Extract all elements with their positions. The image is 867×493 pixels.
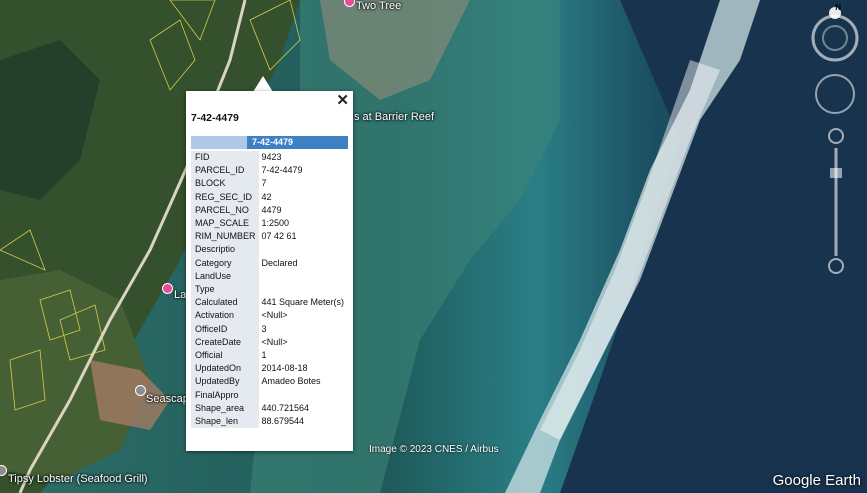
- attribute-value: [258, 388, 348, 402]
- attribute-row: BLOCK 7: [191, 177, 348, 191]
- place-label-tipsy-lobster[interactable]: Tipsy Lobster (Seafood Grill): [8, 473, 148, 485]
- attribute-row: MAP_SCALE 1:2500: [191, 217, 348, 231]
- attribute-key: PARCEL_ID: [191, 164, 259, 178]
- balloon-title: 7-42-4479: [191, 112, 239, 124]
- attribute-value: 88.679544: [258, 415, 348, 429]
- attribute-value: <Null>: [258, 335, 348, 350]
- satellite-map[interactable]: Two Tree s at Barrier Reef La Seascap Ti…: [0, 0, 867, 493]
- compass-icon[interactable]: [809, 4, 861, 64]
- attribute-row: Category Declared: [191, 256, 348, 270]
- attribute-key: RIM_NUMBER: [191, 230, 259, 244]
- attribute-value: [258, 243, 348, 257]
- attribute-key: Official: [191, 349, 259, 363]
- zoom-slider[interactable]: [827, 128, 845, 276]
- attribute-row: Type: [191, 283, 348, 297]
- attribute-row: RIM_NUMBER 07 42 61: [191, 230, 348, 244]
- satellite-imagery: [0, 0, 867, 493]
- attribute-value: 1: [258, 349, 348, 363]
- attribute-value: 9423: [258, 151, 348, 165]
- attribute-row: OfficeID 3: [191, 322, 348, 336]
- attribute-table-header: 7-42-4479: [191, 136, 348, 149]
- attribute-table-header-label: 7-42-4479: [252, 137, 294, 147]
- attribute-key: LandUse: [191, 269, 259, 284]
- attribute-value: 2014-08-18: [258, 362, 348, 376]
- attribute-key: UpdatedBy: [191, 375, 259, 389]
- attribute-value: 4479: [258, 203, 348, 218]
- imagery-credit: Image © 2023 CNES / Airbus: [369, 444, 499, 455]
- attribute-row: Shape_len 88.679544: [191, 415, 348, 429]
- attribute-value: 7-42-4479: [258, 164, 348, 178]
- place-label-barrier-reef[interactable]: s at Barrier Reef: [354, 111, 434, 123]
- attribute-key: REG_SEC_ID: [191, 190, 259, 204]
- attribute-value: Declared: [258, 256, 348, 270]
- google-earth-logo: Google Earth: [772, 472, 861, 489]
- attribute-value: 441 Square Meter(s): [258, 296, 348, 310]
- attribute-value: 3: [258, 322, 348, 336]
- attribute-row: Calculated 441 Square Meter(s): [191, 296, 348, 310]
- place-label-la[interactable]: La: [174, 289, 186, 301]
- attribute-row: FinalAppro: [191, 388, 348, 402]
- attribute-value: <Null>: [258, 309, 348, 323]
- place-pin-seascape[interactable]: [135, 385, 146, 396]
- header-highlight: [191, 136, 247, 149]
- attribute-value: 07 42 61: [258, 230, 348, 244]
- attribute-key: FinalAppro: [191, 388, 259, 402]
- place-label-seascape[interactable]: Seascap: [146, 393, 189, 405]
- attribute-key: Shape_area: [191, 401, 259, 416]
- attribute-row: REG_SEC_ID 42: [191, 190, 348, 204]
- attribute-key: Shape_len: [191, 415, 259, 429]
- attribute-value: 440.721564: [258, 401, 348, 416]
- attribute-row: UpdatedBy Amadeo Botes: [191, 375, 348, 389]
- attribute-row: Descriptio: [191, 243, 348, 257]
- place-pin-la[interactable]: [162, 283, 173, 294]
- attribute-row: PARCEL_NO 4479: [191, 203, 348, 218]
- attribute-row: Shape_area 440.721564: [191, 401, 348, 416]
- attribute-value: [258, 283, 348, 297]
- attribute-key: Descriptio: [191, 243, 259, 257]
- attribute-row: UpdatedOn 2014-08-18: [191, 362, 348, 376]
- attribute-row: Official 1: [191, 349, 348, 363]
- attribute-row: Activation <Null>: [191, 309, 348, 323]
- attribute-key: Category: [191, 256, 259, 270]
- attribute-row: LandUse: [191, 269, 348, 284]
- attribute-row: CreateDate <Null>: [191, 335, 348, 350]
- attribute-key: FID: [191, 151, 259, 165]
- attribute-key: BLOCK: [191, 177, 259, 191]
- attribute-key: UpdatedOn: [191, 362, 259, 376]
- balloon-pointer: [253, 76, 273, 92]
- attribute-table: FID 9423 PARCEL_ID 7-42-4479 BLOCK 7 REG_SEC_I…: [191, 151, 348, 429]
- attribute-key: PARCEL_NO: [191, 203, 259, 218]
- attribute-value: Amadeo Botes: [258, 375, 348, 389]
- attribute-value: [258, 269, 348, 284]
- attribute-key: Type: [191, 283, 259, 297]
- attribute-row: PARCEL_ID 7-42-4479: [191, 164, 348, 178]
- attribute-value: 1:2500: [258, 217, 348, 231]
- attribute-row: FID 9423: [191, 151, 348, 165]
- attribute-key: OfficeID: [191, 322, 259, 336]
- compass-north-label: N: [835, 3, 841, 12]
- look-around-control[interactable]: [815, 74, 855, 114]
- attribute-key: Calculated: [191, 296, 259, 310]
- attribute-key: CreateDate: [191, 335, 259, 350]
- placemark-info-balloon: ✕ 7-42-4479 7-42-4479 FID 9423 PARCEL_ID 7-…: [186, 91, 353, 451]
- attribute-key: Activation: [191, 309, 259, 323]
- attribute-value: 42: [258, 190, 348, 204]
- close-icon[interactable]: ✕: [336, 93, 349, 109]
- attribute-value: 7: [258, 177, 348, 191]
- attribute-key: MAP_SCALE: [191, 217, 259, 231]
- place-label-two-tree[interactable]: Two Tree: [356, 0, 401, 12]
